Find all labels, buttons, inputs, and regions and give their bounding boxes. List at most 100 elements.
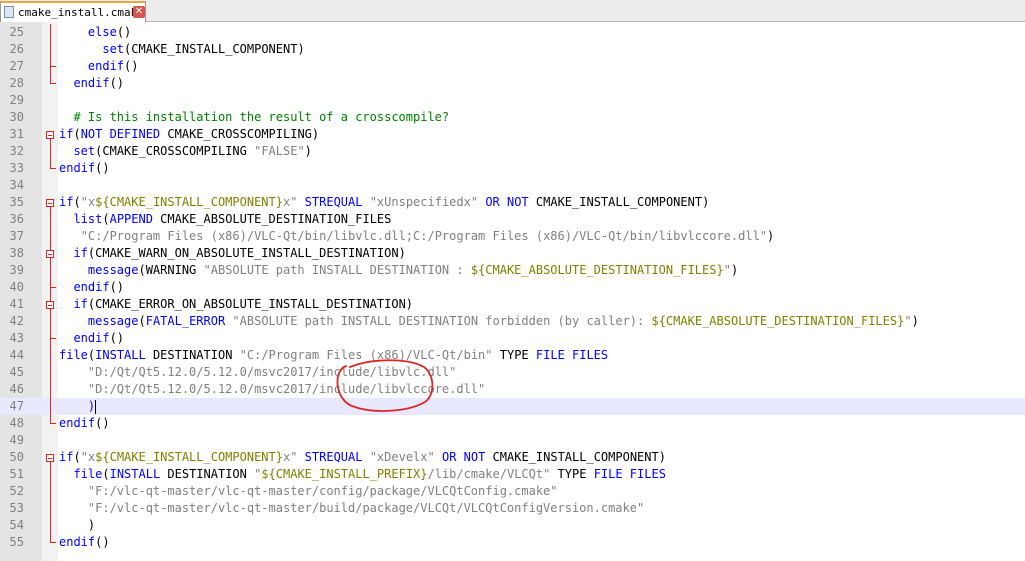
- line-number: 44: [9, 348, 24, 362]
- code-token: if: [59, 195, 74, 209]
- code-token: "FALSE": [254, 144, 305, 158]
- line-number: 28: [9, 76, 24, 90]
- code-line[interactable]: 27 endif(): [0, 58, 1025, 75]
- code-line[interactable]: 48 endif(): [0, 415, 1025, 432]
- fold-guide-line: [50, 462, 51, 542]
- code-line[interactable]: 28 endif(): [0, 75, 1025, 92]
- code-token: FILE FILES: [535, 348, 609, 362]
- line-number: 50: [9, 450, 24, 464]
- code-line[interactable]: 37 "C:/Program Files (x86)/VLC-Qt/bin/li…: [0, 228, 1025, 245]
- code-token: ): [767, 229, 775, 243]
- code-token: FATAL_ERROR: [145, 314, 226, 328]
- code-token: if: [59, 127, 74, 141]
- code-token: ${CMAKE_ABSOLUTE_DESTINATION_FILES}: [470, 263, 724, 277]
- code-line[interactable]: 50 if("x${CMAKE_INSTALL_COMPONENT}x" STRE…: [0, 449, 1025, 466]
- fold-end-marker: [50, 419, 56, 424]
- code-line[interactable]: 43 endif(): [0, 330, 1025, 347]
- code-text: endif(): [59, 58, 139, 75]
- code-line[interactable]: 31 if(NOT DEFINED CMAKE_CROSSCOMPILING): [0, 126, 1025, 143]
- code-line[interactable]: 35 if("x${CMAKE_INSTALL_COMPONENT}x" STRE…: [0, 194, 1025, 211]
- code-text: endif(): [59, 160, 110, 177]
- fold-guide-line: [50, 24, 51, 83]
- code-line[interactable]: 26 set(CMAKE_INSTALL_COMPONENT): [0, 41, 1025, 58]
- fold-end-marker: [50, 62, 56, 67]
- code-text: if(NOT DEFINED CMAKE_CROSSCOMPILING): [59, 126, 319, 143]
- code-text: else(): [59, 24, 131, 41]
- code-token: (CMAKE_ERROR_ON_ABSOLUTE_INSTALL_DESTINA…: [87, 297, 414, 311]
- line-number: 49: [9, 433, 24, 447]
- code-token: OR NOT: [441, 450, 486, 464]
- code-token: ${CMAKE_INSTALL_COMPONENT}: [95, 195, 283, 209]
- code-line[interactable]: 30 # Is this installation the result of …: [0, 109, 1025, 126]
- fold-toggle-icon[interactable]: [46, 301, 54, 309]
- line-number: 30: [9, 110, 24, 124]
- code-token: (): [124, 59, 139, 73]
- code-token: endif: [73, 76, 110, 90]
- code-text: if("x${CMAKE_INSTALL_COMPONENT}x" STREQU…: [59, 449, 666, 466]
- code-token: "D:/Qt/Qt5.12.0/5.12.0/msvc2017/include/…: [87, 365, 457, 379]
- code-line[interactable]: 39 message(WARNING "ABSOLUTE path INSTAL…: [0, 262, 1025, 279]
- code-line[interactable]: 54 ): [0, 517, 1025, 534]
- code-line[interactable]: 40 endif(): [0, 279, 1025, 296]
- code-line[interactable]: 32 set(CMAKE_CROSSCOMPILING "FALSE"): [0, 143, 1025, 160]
- line-number: 46: [9, 382, 24, 396]
- code-text: message(FATAL_ERROR "ABSOLUTE path INSTA…: [59, 313, 919, 330]
- code-token: (): [95, 535, 110, 549]
- code-token: "ABSOLUTE path INSTALL DESTINATION :: [203, 263, 471, 277]
- fold-toggle-icon[interactable]: [46, 454, 54, 462]
- code-token: ): [59, 518, 96, 532]
- code-token: x": [282, 450, 298, 464]
- code-token: INSTALL: [109, 467, 161, 481]
- code-token: set: [73, 144, 96, 158]
- code-token: "xDevelx": [369, 450, 435, 464]
- code-token: ${CMAKE_INSTALL_COMPONENT}: [95, 450, 283, 464]
- code-line[interactable]: 36 list(APPEND CMAKE_ABSOLUTE_DESTINATIO…: [0, 211, 1025, 228]
- fold-toggle-icon[interactable]: [46, 199, 54, 207]
- code-line[interactable]: 47 ): [0, 398, 1025, 415]
- code-token: (: [102, 467, 110, 481]
- code-token: endif: [59, 416, 96, 430]
- code-token: (): [116, 25, 132, 39]
- tab-cmake-install[interactable]: cmake_install.cmake ✕: [0, 1, 146, 22]
- fold-toggle-icon[interactable]: [46, 250, 54, 258]
- line-number: 25: [9, 25, 24, 39]
- code-line[interactable]: 51 file(INSTALL DESTINATION "${CMAKE_INS…: [0, 466, 1025, 483]
- code-text: "F:/vlc-qt-master/vlc-qt-master/build/pa…: [59, 500, 644, 517]
- code-line[interactable]: 45 "D:/Qt/Qt5.12.0/5.12.0/msvc2017/inclu…: [0, 364, 1025, 381]
- code-token: (: [102, 212, 110, 226]
- code-token: file: [59, 348, 88, 362]
- code-line[interactable]: 33 endif(): [0, 160, 1025, 177]
- code-token: "x: [80, 450, 96, 464]
- code-token: (): [95, 161, 110, 175]
- code-editor[interactable]: 25 else() 26 set(CMAKE_INSTALL_COMPONENT)…: [0, 22, 1025, 561]
- line-number: 31: [9, 127, 24, 141]
- code-line[interactable]: 49: [0, 432, 1025, 449]
- fold-toggle-icon[interactable]: [46, 131, 54, 139]
- code-line[interactable]: 46 "D:/Qt/Qt5.12.0/5.12.0/msvc2017/inclu…: [0, 381, 1025, 398]
- code-token: x": [282, 195, 298, 209]
- code-line[interactable]: 25 else(): [0, 24, 1025, 41]
- line-number: 38: [9, 246, 24, 260]
- code-token: endif: [59, 535, 96, 549]
- code-line[interactable]: 44 file(INSTALL DESTINATION "C:/Program F…: [0, 347, 1025, 364]
- code-text: endif(): [59, 330, 124, 347]
- code-line[interactable]: 41 if(CMAKE_ERROR_ON_ABSOLUTE_INSTALL_DE…: [0, 296, 1025, 313]
- code-text: list(APPEND CMAKE_ABSOLUTE_DESTINATION_F…: [59, 211, 391, 228]
- code-line[interactable]: 55 endif(): [0, 534, 1025, 551]
- close-icon[interactable]: ✕: [133, 6, 145, 18]
- code-line[interactable]: 38 if(CMAKE_WARN_ON_ABSOLUTE_INSTALL_DES…: [0, 245, 1025, 262]
- code-line[interactable]: 53 "F:/vlc-qt-master/vlc-qt-master/build…: [0, 500, 1025, 517]
- code-token: (: [73, 195, 81, 209]
- line-number: 40: [9, 280, 24, 294]
- code-line[interactable]: 29: [0, 92, 1025, 109]
- code-line[interactable]: 52 "F:/vlc-qt-master/vlc-qt-master/confi…: [0, 483, 1025, 500]
- code-line[interactable]: 34: [0, 177, 1025, 194]
- code-line[interactable]: 42 message(FATAL_ERROR "ABSOLUTE path IN…: [0, 313, 1025, 330]
